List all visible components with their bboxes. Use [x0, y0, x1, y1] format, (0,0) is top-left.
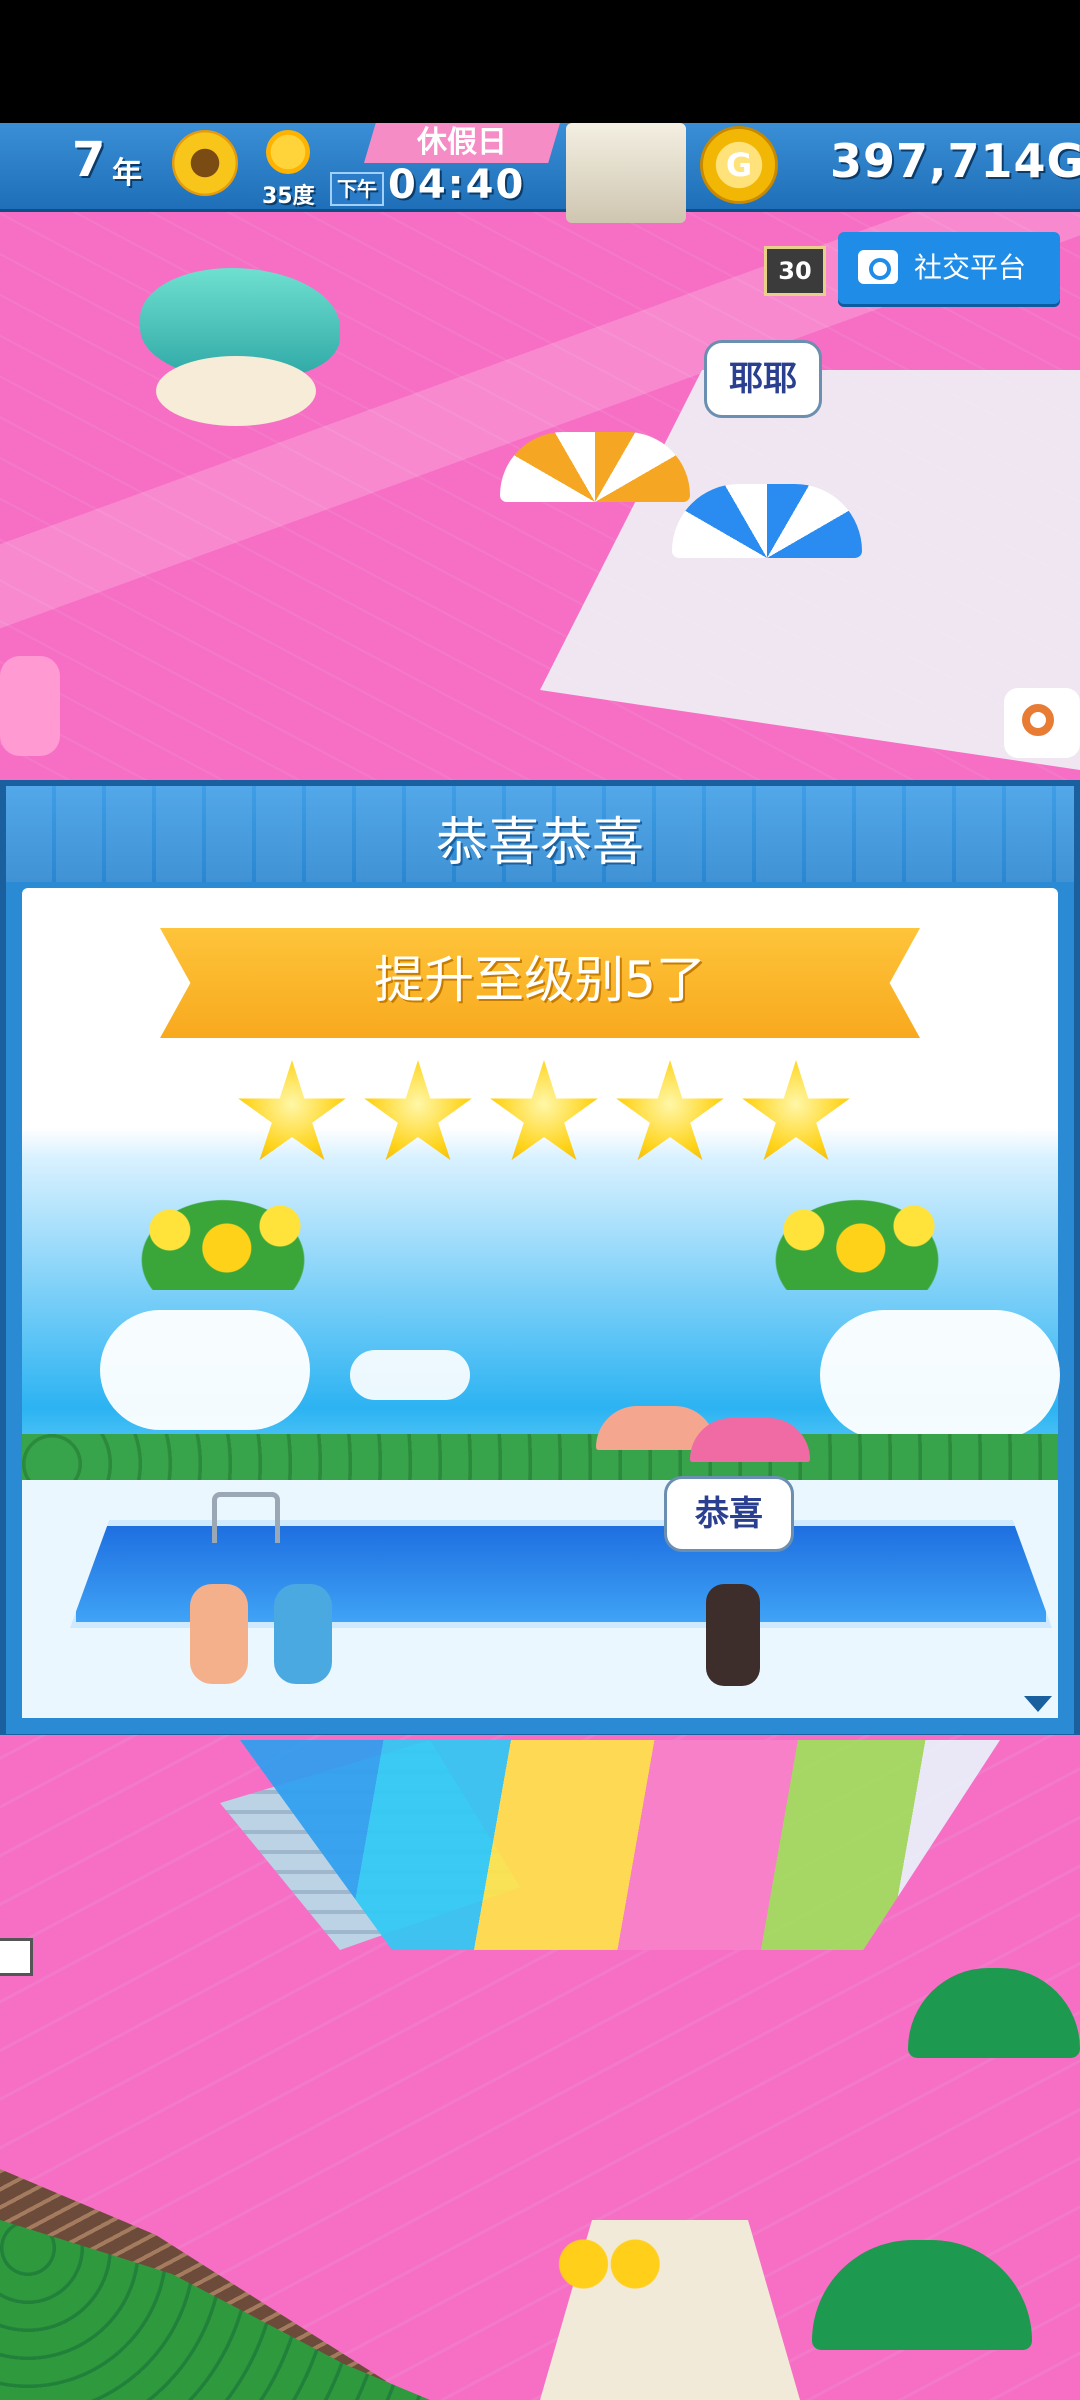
gold-coin-icon: G: [700, 126, 778, 204]
guest-girl: [190, 1584, 248, 1684]
pillar-decoration: [566, 123, 686, 223]
guest-speech-bubble: 耶耶: [704, 340, 822, 418]
donut-shop-icon[interactable]: [1004, 688, 1080, 758]
continue-arrow-icon[interactable]: [1024, 1696, 1052, 1712]
cloud: [100, 1310, 310, 1430]
manager-character: [706, 1584, 760, 1686]
side-menu-tab[interactable]: [0, 1938, 33, 1976]
game-clock: 04:40: [388, 162, 526, 208]
cloud: [820, 1310, 1060, 1440]
ampm-label: 下午: [330, 172, 384, 206]
flower-decoration-left: [128, 1190, 318, 1290]
sunflower-icon: [556, 2234, 666, 2294]
pink-parasol: [690, 1418, 810, 1462]
top-black-bar: [0, 0, 1080, 123]
flower-decoration-right: [762, 1190, 952, 1290]
social-platform-label: 社交平台: [914, 251, 1027, 284]
level-ribbon-text: 提升至级别5了: [374, 951, 706, 1009]
guest-character[interactable]: [0, 656, 60, 756]
camera-icon: [858, 250, 898, 284]
holiday-banner: 休假日: [364, 123, 560, 163]
money-counter: 397,714G: [830, 134, 1080, 188]
year-unit: 年: [112, 156, 142, 191]
temperature-label: 35度: [262, 184, 315, 209]
dialog-title: 恭喜恭喜: [435, 813, 644, 873]
sunflower-icon: [172, 130, 238, 196]
day-counter-badge[interactable]: 30: [764, 246, 826, 296]
sun-icon: [266, 130, 310, 174]
social-platform-button[interactable]: 社交平台: [838, 232, 1060, 304]
orange-parasol: [500, 432, 690, 502]
guest-boy: [274, 1584, 332, 1684]
pool-ladder: [212, 1492, 280, 1543]
manager-speech-bubble: 恭喜: [664, 1476, 794, 1552]
cloud: [350, 1350, 470, 1400]
fountain-base: [156, 356, 316, 426]
year-number: 7: [72, 132, 106, 188]
